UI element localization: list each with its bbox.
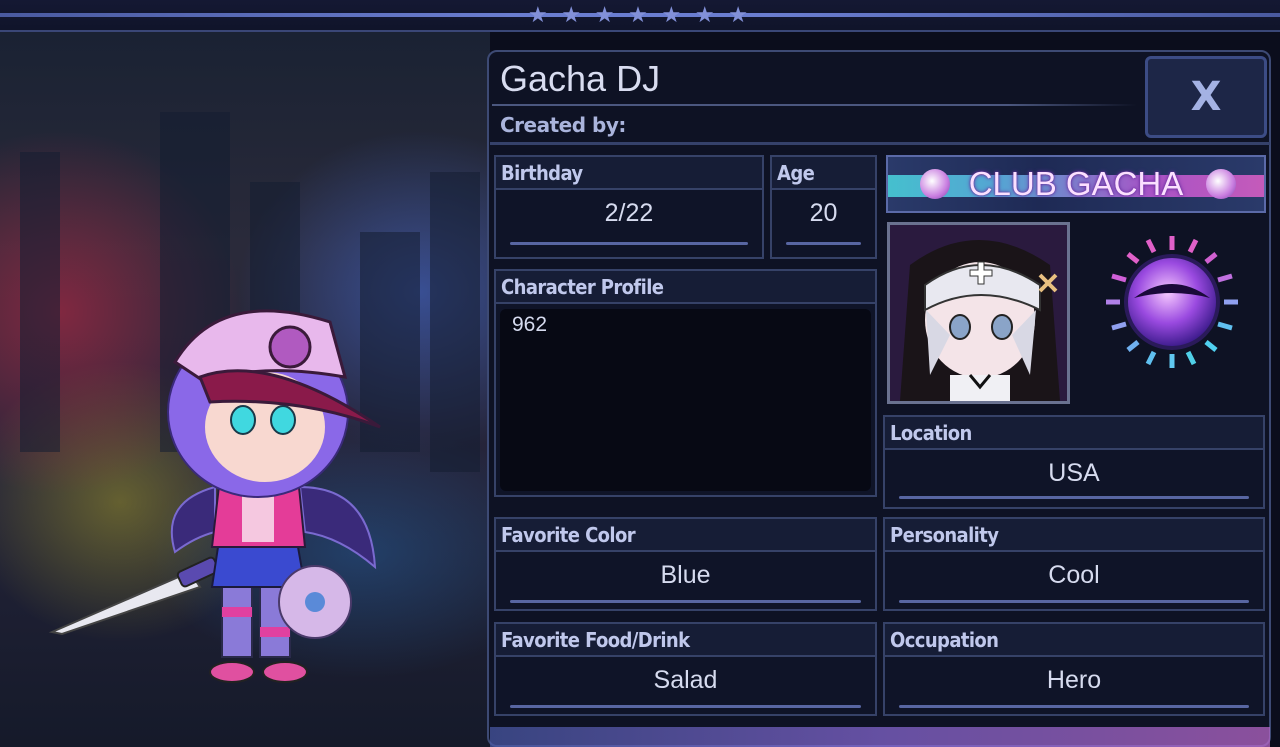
personality-field[interactable]: Personality Cool — [883, 517, 1265, 611]
character-profile-label: Character Profile — [496, 271, 875, 304]
character-profile-field[interactable]: Character Profile 962 — [494, 269, 877, 497]
header-separator — [490, 142, 1270, 145]
occupation-field[interactable]: Occupation Hero — [883, 622, 1265, 716]
character-portrait[interactable] — [887, 222, 1070, 404]
favorite-food-field[interactable]: Favorite Food/Drink Salad — [494, 622, 877, 716]
star-icon: ★ — [628, 3, 648, 28]
favorite-color-underline — [510, 600, 861, 603]
character-sprite[interactable] — [0, 32, 490, 747]
favorite-color-field[interactable]: Favorite Color Blue — [494, 517, 877, 611]
star-icon: ★ — [661, 3, 682, 28]
star-row: ★ ★ ★ ★ ★ ★ ★ — [528, 4, 748, 28]
close-icon: X — [1190, 74, 1222, 120]
club-gacha-banner: CLUB GACHA — [886, 155, 1266, 213]
age-field[interactable]: Age 20 — [770, 155, 877, 259]
birthday-underline — [510, 242, 748, 245]
character-name: Gacha DJ — [500, 58, 661, 99]
favorite-color-label: Favorite Color — [496, 519, 875, 552]
location-value: USA — [1048, 459, 1100, 487]
favorite-food-label: Favorite Food/Drink — [496, 624, 875, 657]
age-label: Age — [772, 157, 875, 190]
age-underline — [786, 242, 861, 245]
personality-underline — [899, 600, 1249, 603]
created-by-label: Created by: — [500, 113, 626, 137]
location-field[interactable]: Location USA — [883, 415, 1265, 509]
title-divider — [492, 104, 1137, 106]
birthday-label: Birthday — [496, 157, 762, 190]
star-icon: ★ — [694, 3, 715, 28]
age-value: 20 — [809, 199, 838, 227]
location-label: Location — [885, 417, 1263, 450]
club-gacha-orb-icon — [1106, 236, 1238, 368]
favorite-color-value: Blue — [660, 561, 711, 589]
star-icon: ★ — [594, 3, 615, 28]
occupation-label: Occupation — [885, 624, 1263, 657]
birthday-field[interactable]: Birthday 2/22 — [494, 155, 764, 259]
character-scene — [0, 32, 490, 747]
favorite-food-value: Salad — [653, 666, 718, 694]
favorite-food-underline — [510, 705, 861, 708]
occupation-underline — [899, 705, 1249, 708]
close-button[interactable]: X — [1145, 56, 1267, 138]
personality-value: Cool — [1048, 561, 1100, 589]
star-icon: ★ — [561, 3, 582, 28]
birthday-value: 2/22 — [604, 199, 654, 227]
occupation-value: Hero — [1046, 666, 1102, 694]
personality-label: Personality — [885, 519, 1263, 552]
star-icon: ★ — [728, 3, 748, 28]
character-profile-text[interactable]: 962 — [500, 309, 871, 491]
location-underline — [899, 496, 1249, 499]
banner-text: CLUB GACHA — [968, 165, 1184, 202]
bottom-glow — [490, 727, 1270, 747]
star-icon: ★ — [528, 3, 548, 28]
portrait-art — [890, 225, 1067, 401]
top-bar: ★ ★ ★ ★ ★ ★ ★ — [0, 0, 1280, 32]
